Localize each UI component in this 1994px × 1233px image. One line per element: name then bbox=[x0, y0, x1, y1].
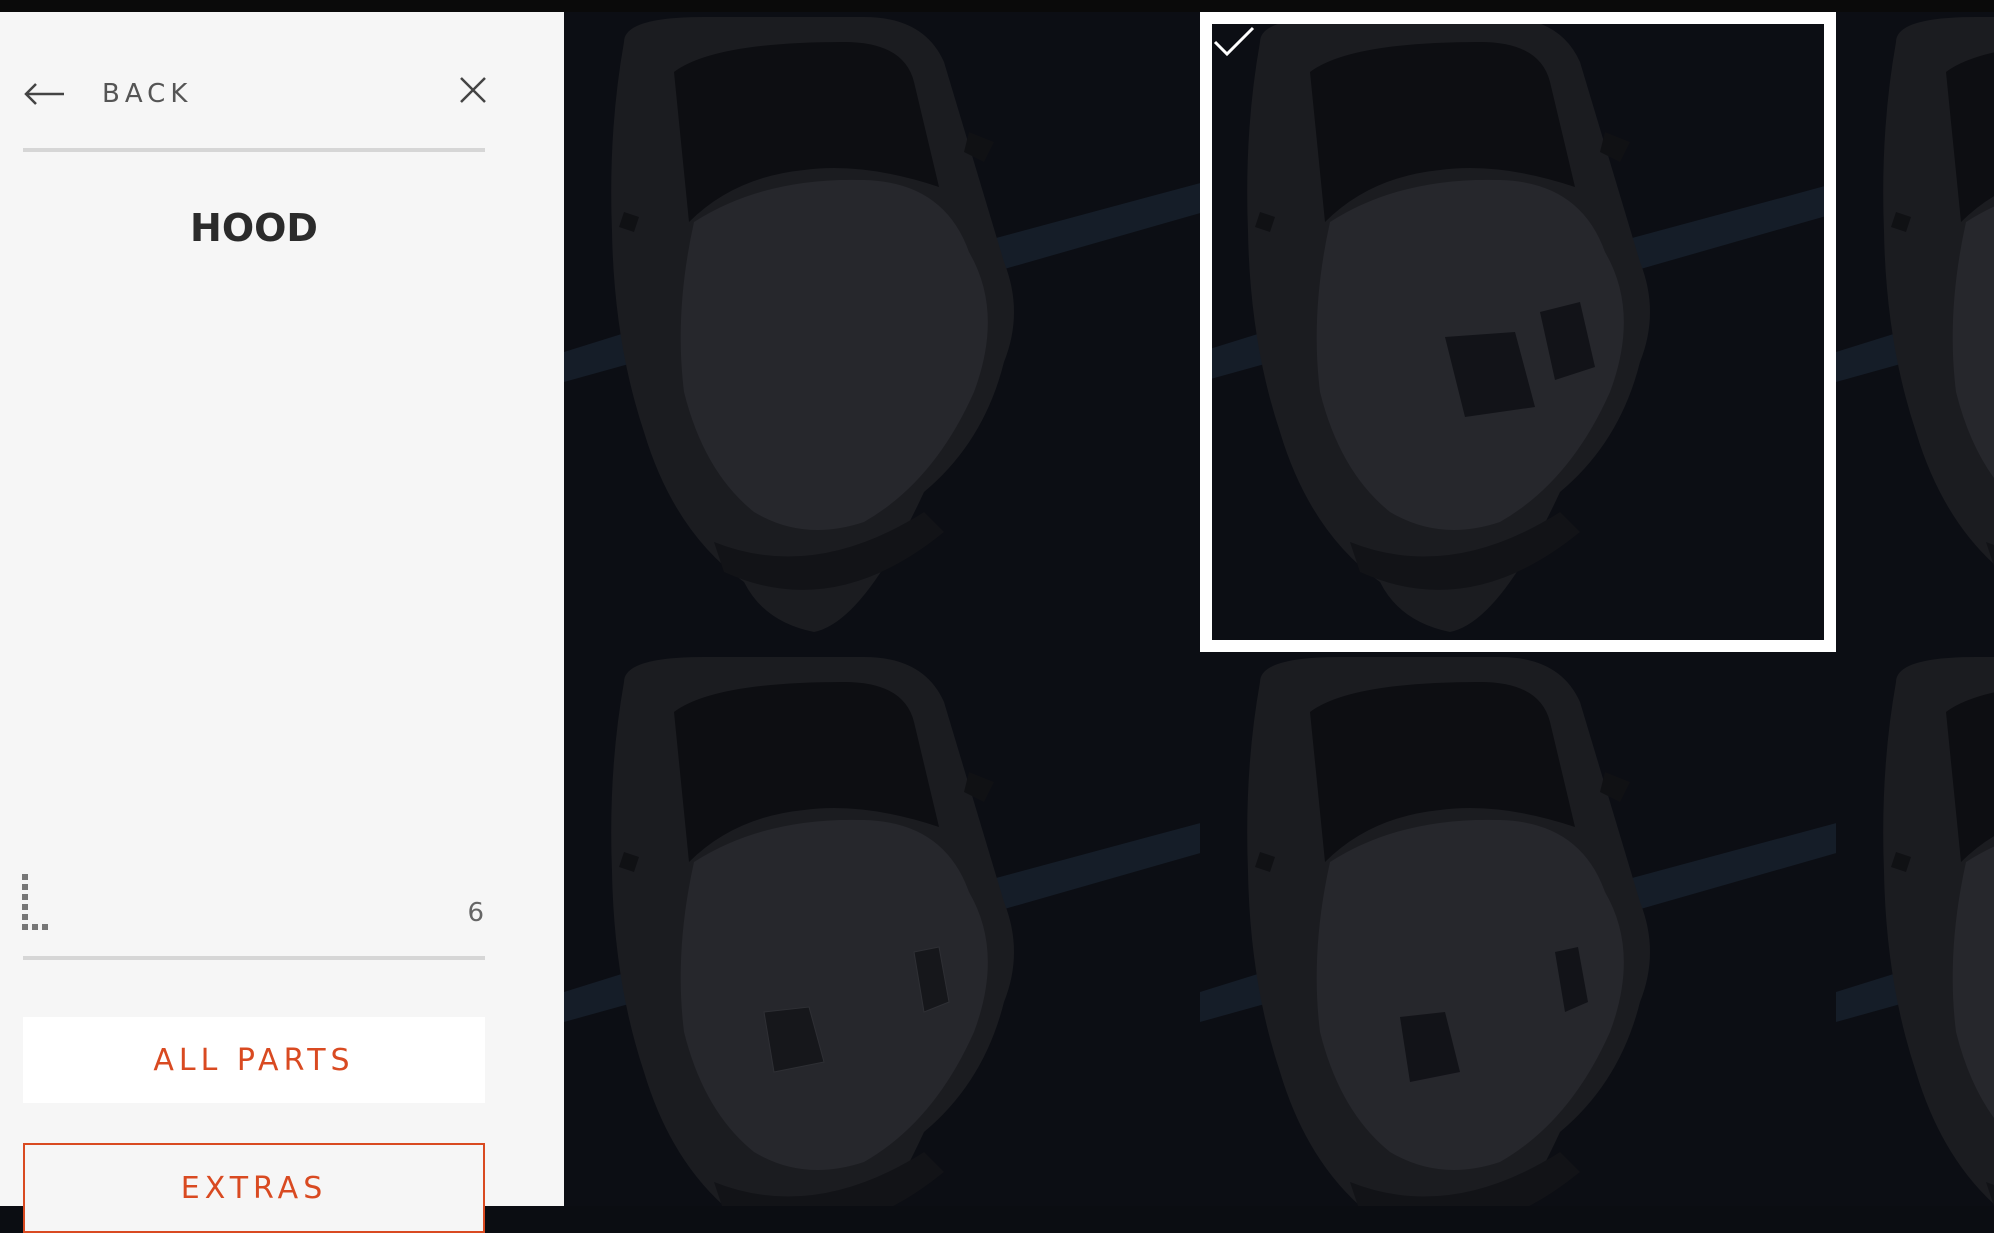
hood-options-gallery bbox=[564, 12, 1994, 1206]
arrow-left-icon bbox=[24, 83, 64, 105]
grid-dots-icon bbox=[22, 874, 48, 930]
car-image bbox=[564, 652, 1200, 1206]
car-image bbox=[1836, 652, 1994, 1206]
close-icon[interactable] bbox=[455, 72, 491, 108]
checkmark-icon bbox=[1213, 26, 1255, 57]
all-parts-button[interactable]: ALL PARTS bbox=[23, 1017, 485, 1103]
car-image bbox=[1212, 24, 1824, 640]
top-bar bbox=[0, 0, 1994, 12]
extras-button[interactable]: EXTRAS bbox=[23, 1143, 485, 1233]
hood-option-tile-selected[interactable] bbox=[1200, 12, 1836, 652]
hood-option-tile[interactable] bbox=[1200, 652, 1836, 1206]
hood-option-tile[interactable] bbox=[564, 652, 1200, 1206]
top-divider bbox=[23, 148, 485, 152]
section-title: HOOD bbox=[190, 206, 318, 250]
option-count: 6 bbox=[467, 898, 484, 928]
back-button[interactable]: BACK bbox=[22, 70, 192, 118]
car-image bbox=[564, 12, 1200, 652]
back-label: BACK bbox=[102, 79, 193, 109]
car-image bbox=[1200, 652, 1836, 1206]
bottom-divider bbox=[23, 956, 485, 960]
hood-option-tile[interactable] bbox=[564, 12, 1200, 652]
options-sidebar: BACK HOOD 6 ALL PARTS EXTRAS bbox=[0, 12, 564, 1233]
hood-option-tile[interactable] bbox=[1836, 652, 1994, 1206]
hood-option-tile[interactable] bbox=[1836, 12, 1994, 652]
car-image bbox=[1836, 12, 1994, 652]
